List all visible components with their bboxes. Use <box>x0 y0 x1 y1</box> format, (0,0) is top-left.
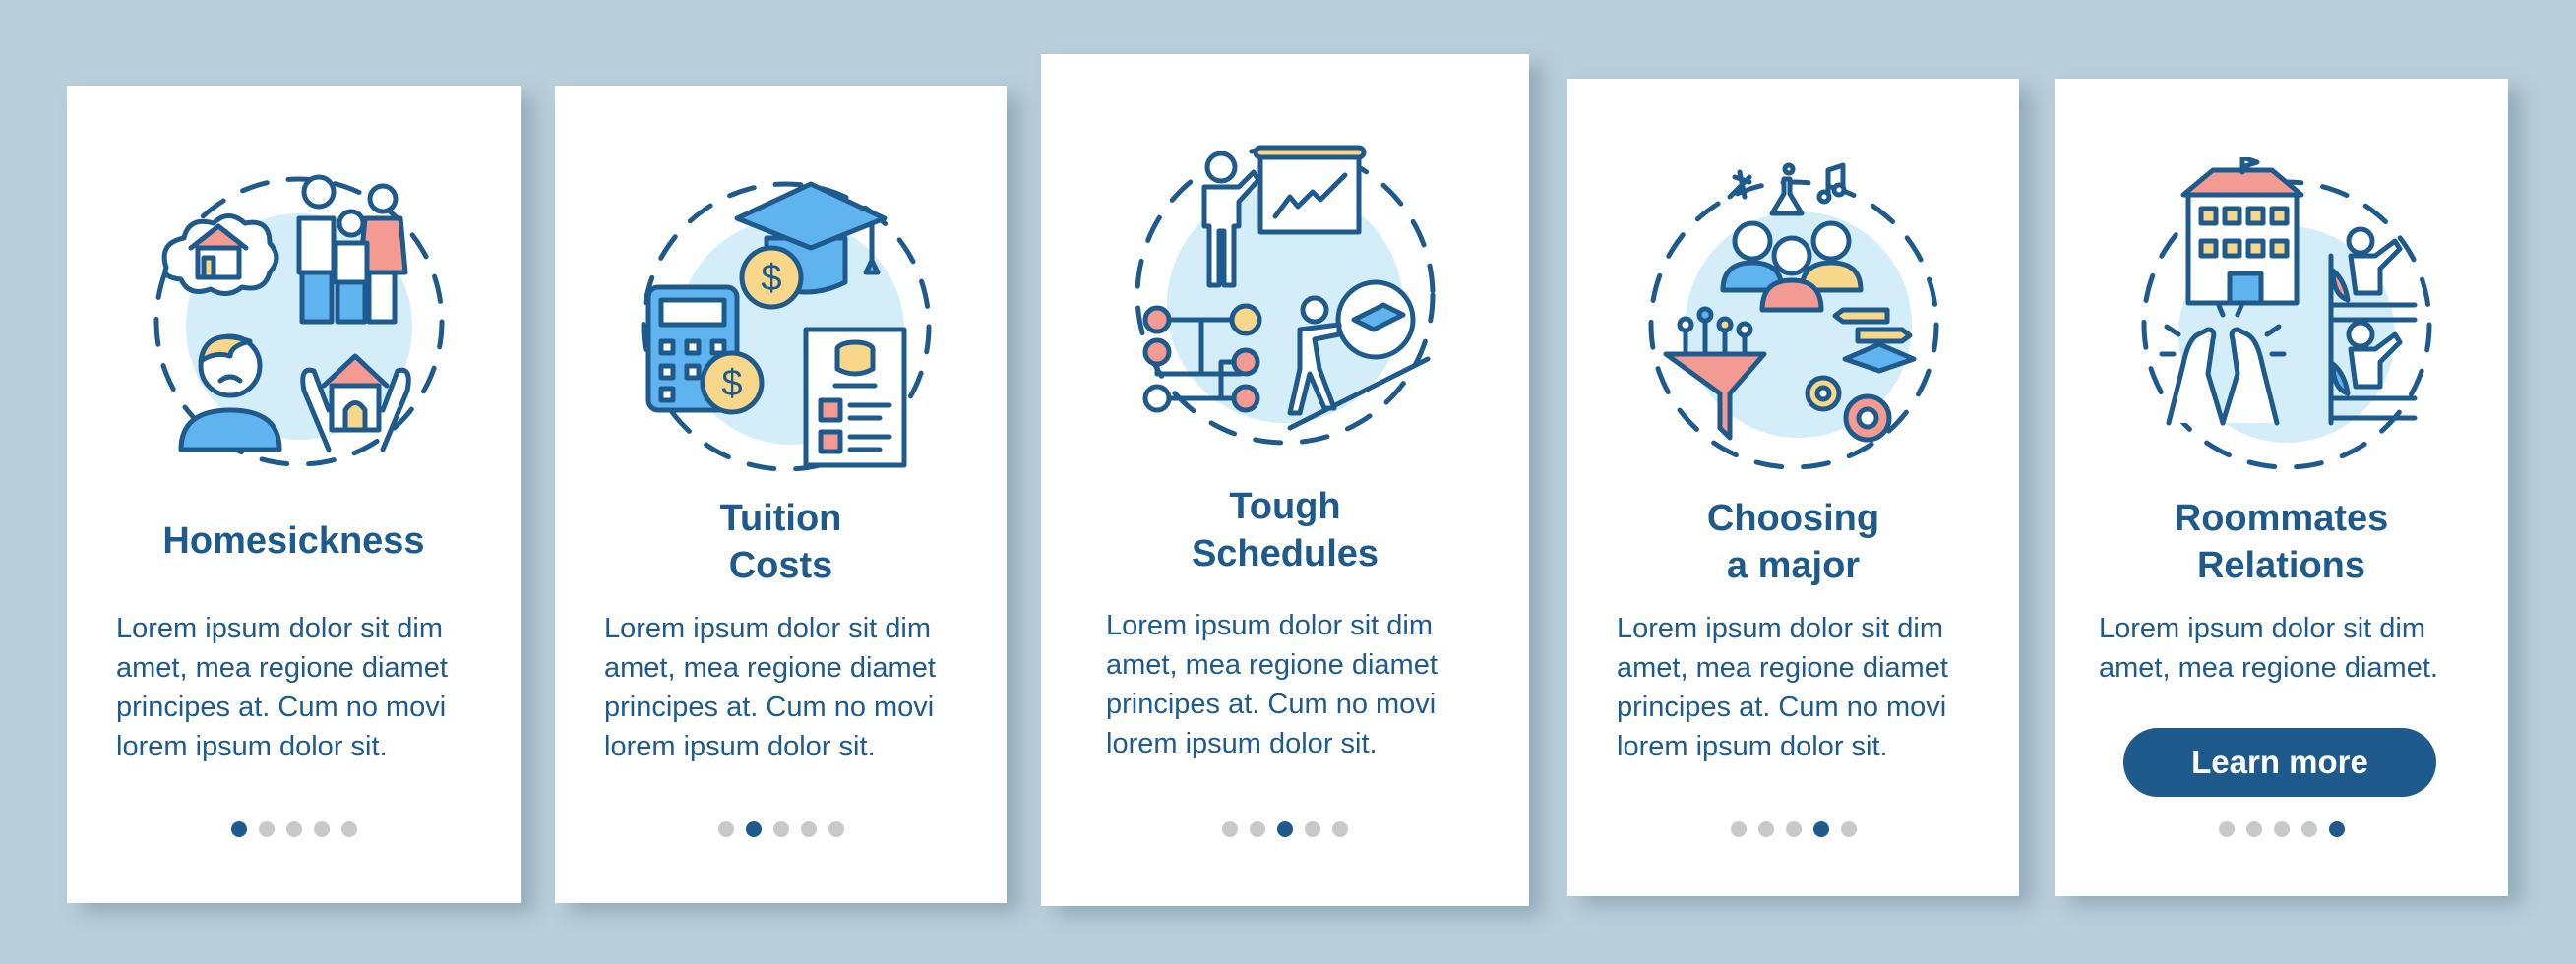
learn-more-button[interactable]: Learn more <box>2123 728 2436 797</box>
page-dot-2-active[interactable] <box>745 821 762 837</box>
onboarding-screen-tuition-costs: $ $ Tuition Costs Lorem ipsum dolor sit … <box>555 86 1007 903</box>
tough-schedules-illustration <box>1135 145 1436 446</box>
screen-description: Lorem ipsum dolor sit dim amet, mea regi… <box>604 613 936 762</box>
onboarding-screen-tough-schedules: Tough Schedules Lorem ipsum dolor sit di… <box>1041 54 1529 906</box>
svg-text:$: $ <box>721 363 742 404</box>
screen-title: Homesickness <box>162 520 425 562</box>
screen-title: Choosing a major <box>1706 498 1880 586</box>
page-dot-3[interactable] <box>1785 821 1802 837</box>
page-dot-2[interactable] <box>1757 821 1774 837</box>
page-dot-3[interactable] <box>2273 821 2290 837</box>
page-dot-1[interactable] <box>1222 821 1238 837</box>
onboarding-screen-homesickness: Homesickness Lorem ipsum dolor sit dim a… <box>67 86 521 903</box>
dormitory-building-icon <box>2180 157 2303 306</box>
page-dot-2[interactable] <box>258 821 275 837</box>
decision-tree-icon <box>1142 303 1262 413</box>
screen-title: Tough Schedules <box>1191 486 1380 574</box>
family-icon <box>296 174 407 325</box>
page-indicator <box>67 821 521 839</box>
page-dot-1[interactable] <box>1730 821 1747 837</box>
svg-text:$: $ <box>761 258 781 299</box>
page-dot-1-active[interactable] <box>230 821 247 837</box>
screen-description: Lorem ipsum dolor sit dim amet, mea regi… <box>1106 610 1438 759</box>
roommates-illustration <box>2141 157 2431 470</box>
choosing-major-illustration <box>1648 162 1938 470</box>
page-dot-2[interactable] <box>2245 821 2262 837</box>
page-dot-5-active[interactable] <box>2328 821 2345 837</box>
screen-description: Lorem ipsum dolor sit dim amet, mea regi… <box>116 613 448 762</box>
screen-description: Lorem ipsum dolor sit dim amet, mea regi… <box>1617 613 1948 762</box>
page-dot-3[interactable] <box>285 821 302 837</box>
page-dot-5[interactable] <box>1332 821 1348 837</box>
page-dot-5[interactable] <box>1840 821 1857 837</box>
page-indicator <box>1041 821 1529 839</box>
page-dot-4[interactable] <box>800 821 817 837</box>
page-dot-4[interactable] <box>1305 821 1320 837</box>
dollar-coin-icon: $ <box>700 350 764 415</box>
thought-cloud-house-icon <box>161 213 278 296</box>
homesickness-illustration <box>153 174 444 467</box>
onboarding-screen-choosing-major: Choosing a major Lorem ipsum dolor sit d… <box>1567 79 2019 896</box>
checklist-document-icon <box>803 327 906 468</box>
page-dot-3-active[interactable] <box>1277 821 1293 837</box>
screen-description: Lorem ipsum dolor sit dim amet, mea regi… <box>2099 613 2438 684</box>
page-dot-2[interactable] <box>1250 821 1265 837</box>
page-dot-4[interactable] <box>2300 821 2317 837</box>
page-dot-1[interactable] <box>717 821 734 837</box>
screen-title: Roommates Relations <box>2174 498 2389 586</box>
page-dot-5[interactable] <box>340 821 357 837</box>
tuition-costs-illustration: $ $ <box>641 181 931 472</box>
page-dot-4[interactable] <box>313 821 330 837</box>
page-dot-5[interactable] <box>828 821 844 837</box>
page-dot-3[interactable] <box>772 821 789 837</box>
onboarding-screen-roommates-relations: Roommates Relations Lorem ipsum dolor si… <box>2055 79 2508 896</box>
page-indicator <box>2055 821 2508 839</box>
page-indicator <box>555 821 1007 839</box>
page-indicator <box>1567 821 2019 839</box>
dollar-coin-icon: $ <box>739 245 803 310</box>
screen-title: Tuition Costs <box>719 498 842 586</box>
page-dot-1[interactable] <box>2218 821 2235 837</box>
page-dot-4-active[interactable] <box>1812 821 1829 837</box>
